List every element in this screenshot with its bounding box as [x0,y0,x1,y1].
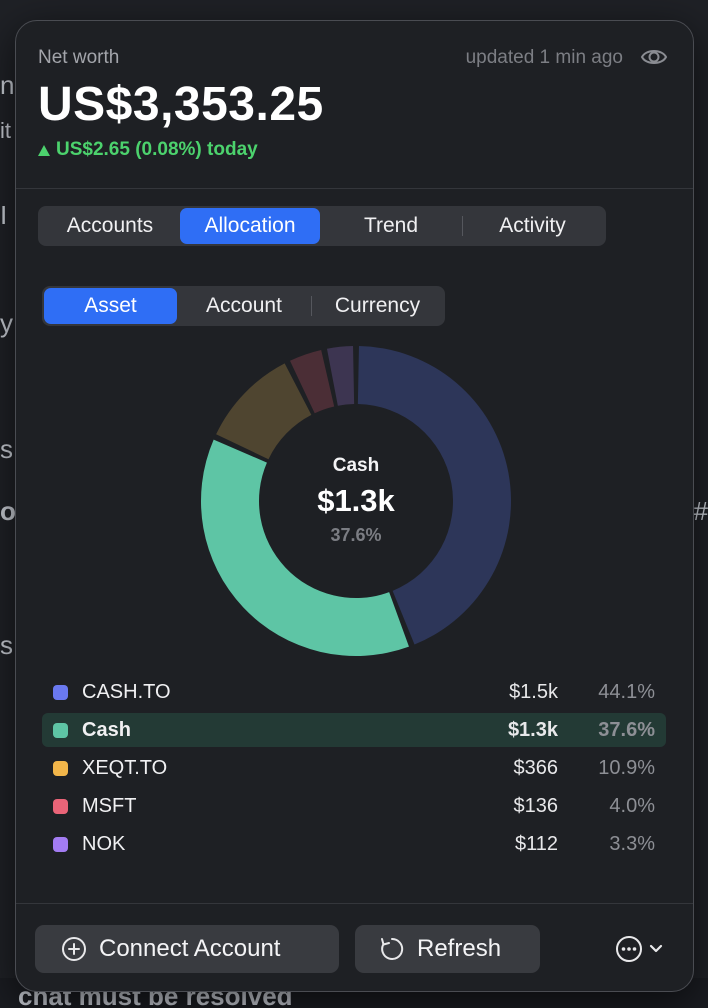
divider [16,903,693,904]
donut-center-pct: 37.6% [330,525,382,545]
allocation-legend: CASH.TO $1.5k 44.1% Cash $1.3k 37.6% XEQ… [42,675,666,865]
tab-trend[interactable]: Trend [320,208,462,244]
net-worth-value: US$3,353.25 [38,78,324,131]
connect-account-button[interactable]: Connect Account [35,925,339,973]
legend-name: XEQT.TO [82,756,168,779]
legend-swatch [53,684,68,700]
legend-swatch [53,798,68,814]
legend-value: $136 [513,794,559,817]
legend-row-cash-to[interactable]: CASH.TO $1.5k 44.1% [42,675,666,709]
tab-accounts[interactable]: Accounts [40,208,180,244]
legend-row-cash[interactable]: Cash $1.3k 37.6% [42,713,666,747]
legend-row-xeqt-to[interactable]: XEQT.TO $366 10.9% [42,751,666,785]
legend-swatch [53,836,68,852]
legend-pct: 44.1% [598,680,655,703]
net-worth-label: Net worth [38,47,120,68]
more-menu-button[interactable] [615,935,663,963]
updated-timestamp: updated 1 min ago [465,47,623,68]
eye-icon[interactable] [640,45,668,69]
legend-pct: 3.3% [609,832,655,855]
donut-center-name: Cash [332,455,380,476]
daily-change: US$2.65 (0.08%) today [38,139,258,161]
legend-swatch [53,760,68,776]
arrow-up-icon [38,144,50,156]
legend-row-nok[interactable]: NOK $112 3.3% [42,827,666,861]
group-currency[interactable]: Currency [312,288,443,324]
legend-swatch [53,722,68,738]
refresh-label: Refresh [417,935,502,962]
group-account[interactable]: Account [177,288,311,324]
legend-pct: 4.0% [609,794,655,817]
group-by-tabs: Asset Account Currency [42,286,445,326]
chevron-down-icon [649,944,663,953]
tab-activity[interactable]: Activity [463,208,602,244]
allocation-donut: Cash $1.3k 37.6% [196,341,516,661]
legend-name: CASH.TO [82,680,171,703]
legend-value: $112 [514,832,558,855]
plus-circle-icon [62,937,86,961]
refresh-button[interactable]: Refresh [355,925,540,973]
refresh-icon [381,937,404,960]
donut-slice-xeqt-to[interactable] [216,363,312,460]
net-worth-popover: Net worth updated 1 min ago US$3,353.25 … [15,20,694,992]
legend-row-msft[interactable]: MSFT $136 4.0% [42,789,666,823]
legend-name: MSFT [82,794,137,817]
connect-account-label: Connect Account [99,935,281,962]
group-asset[interactable]: Asset [44,288,177,324]
tab-allocation[interactable]: Allocation [180,208,320,244]
legend-value: $1.3k [507,718,558,741]
legend-name: NOK [82,832,126,855]
legend-name: Cash [82,718,131,741]
legend-pct: 37.6% [598,718,655,741]
legend-value: $1.5k [509,680,558,703]
view-tabs: Accounts Allocation Trend Activity [38,206,606,246]
donut-center-value: $1.3k [317,483,395,518]
divider [16,188,693,189]
ellipsis-circle-icon [616,936,642,962]
daily-change-text: US$2.65 (0.08%) today [56,139,258,160]
legend-value: $366 [513,756,559,779]
legend-pct: 10.9% [598,756,655,779]
